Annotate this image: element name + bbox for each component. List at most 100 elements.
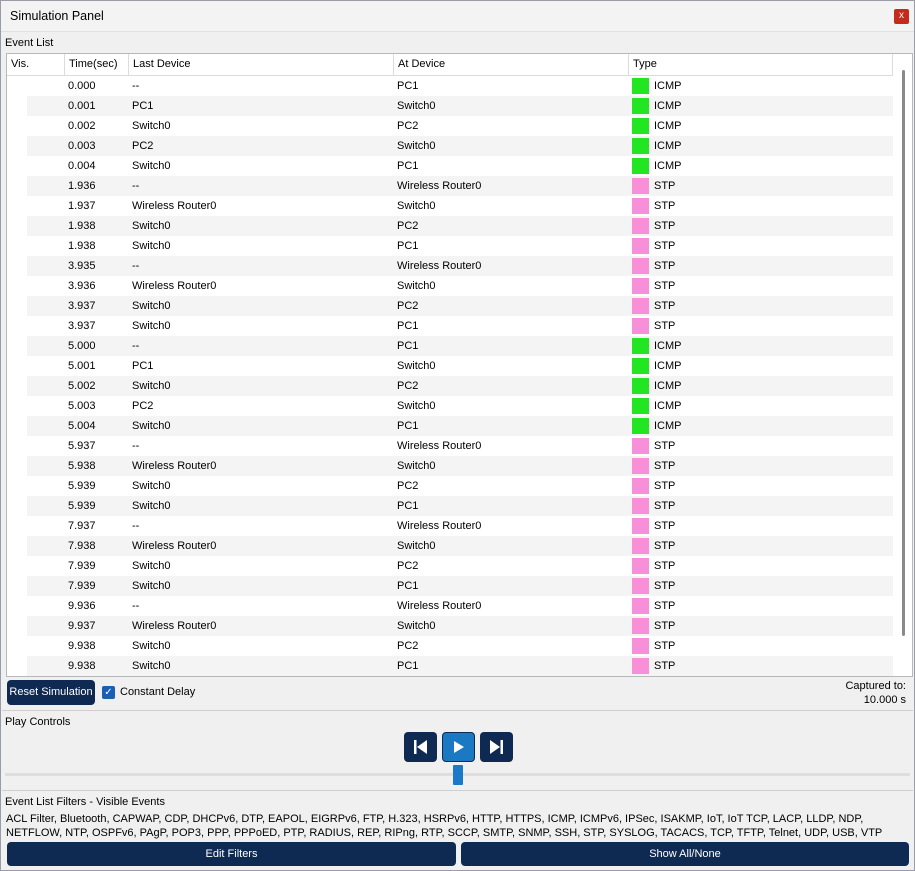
table-row[interactable]: 7.938 Wireless Router0 Switch0 STP [7, 536, 893, 556]
type-cell: STP [654, 600, 676, 612]
table-row[interactable]: 9.937 Wireless Router0 Switch0 STP [7, 616, 893, 636]
type-cell: ICMP [654, 80, 682, 92]
scrollbar-thumb[interactable] [902, 70, 905, 636]
table-row[interactable]: 0.002 Switch0 PC2 ICMP [7, 116, 893, 136]
time-cell: 3.937 [68, 300, 96, 312]
visibility-cell[interactable] [7, 296, 27, 316]
at-device-cell: PC1 [397, 160, 419, 172]
table-row[interactable]: 5.939 Switch0 PC1 STP [7, 496, 893, 516]
close-button[interactable]: x [894, 9, 909, 24]
visibility-cell[interactable] [7, 116, 27, 136]
visibility-cell[interactable] [7, 176, 27, 196]
visibility-cell[interactable] [7, 76, 27, 96]
table-row[interactable]: 7.939 Switch0 PC1 STP [7, 576, 893, 596]
visibility-cell[interactable] [7, 596, 27, 616]
visibility-cell[interactable] [7, 636, 27, 656]
table-row[interactable]: 0.004 Switch0 PC1 ICMP [7, 156, 893, 176]
time-cell: 0.001 [68, 100, 96, 112]
table-row[interactable]: 5.000 -- PC1 ICMP [7, 336, 893, 356]
forward-icon [490, 740, 503, 754]
last-device-cell: Switch0 [132, 560, 171, 572]
visibility-cell[interactable] [7, 416, 27, 436]
table-row[interactable]: 0.000 -- PC1 ICMP [7, 76, 893, 96]
visibility-cell[interactable] [7, 156, 27, 176]
time-cell: 5.003 [68, 400, 96, 412]
visibility-cell[interactable] [7, 436, 27, 456]
back-icon [414, 740, 427, 754]
visibility-cell[interactable] [7, 376, 27, 396]
visibility-cell[interactable] [7, 456, 27, 476]
table-row[interactable]: 1.936 -- Wireless Router0 STP [7, 176, 893, 196]
edit-filters-button[interactable]: Edit Filters [7, 842, 456, 866]
back-button[interactable] [404, 732, 437, 762]
at-device-cell: Switch0 [397, 100, 436, 112]
table-row[interactable]: 1.938 Switch0 PC1 STP [7, 236, 893, 256]
table-row[interactable]: 5.001 PC1 Switch0 ICMP [7, 356, 893, 376]
constant-delay-label: Constant Delay [120, 686, 196, 698]
type-cell: STP [654, 640, 676, 652]
visibility-cell[interactable] [7, 536, 27, 556]
table-row[interactable]: 9.936 -- Wireless Router0 STP [7, 596, 893, 616]
type-cell: STP [654, 620, 676, 632]
type-color-swatch [632, 478, 649, 494]
column-header-type[interactable]: Type [629, 54, 893, 75]
forward-button[interactable] [480, 732, 513, 762]
table-row[interactable]: 5.002 Switch0 PC2 ICMP [7, 376, 893, 396]
table-row[interactable]: 3.937 Switch0 PC2 STP [7, 296, 893, 316]
table-row[interactable]: 7.937 -- Wireless Router0 STP [7, 516, 893, 536]
constant-delay-checkbox[interactable]: ✓ [102, 686, 115, 699]
visibility-cell[interactable] [7, 516, 27, 536]
table-row[interactable]: 1.938 Switch0 PC2 STP [7, 216, 893, 236]
visibility-cell[interactable] [7, 616, 27, 636]
time-cell: 5.000 [68, 340, 96, 352]
visibility-cell[interactable] [7, 216, 27, 236]
type-cell: ICMP [654, 160, 682, 172]
table-row[interactable]: 1.937 Wireless Router0 Switch0 STP [7, 196, 893, 216]
vertical-scrollbar[interactable] [901, 70, 907, 670]
table-row[interactable]: 3.935 -- Wireless Router0 STP [7, 256, 893, 276]
at-device-cell: Switch0 [397, 360, 436, 372]
last-device-cell: Wireless Router0 [132, 280, 217, 292]
type-color-swatch [632, 518, 649, 534]
column-header-time[interactable]: Time(sec) [65, 54, 129, 75]
reset-simulation-button[interactable]: Reset Simulation [7, 680, 95, 705]
visibility-cell[interactable] [7, 96, 27, 116]
last-device-cell: Switch0 [132, 120, 171, 132]
type-color-swatch [632, 138, 649, 154]
visibility-cell[interactable] [7, 656, 27, 676]
visibility-cell[interactable] [7, 256, 27, 276]
table-row[interactable]: 5.939 Switch0 PC2 STP [7, 476, 893, 496]
visibility-cell[interactable] [7, 556, 27, 576]
table-row[interactable]: 3.937 Switch0 PC1 STP [7, 316, 893, 336]
table-row[interactable]: 9.938 Switch0 PC1 STP [7, 656, 893, 676]
show-all-none-button[interactable]: Show All/None [461, 842, 909, 866]
column-header-last-device[interactable]: Last Device [129, 54, 394, 75]
time-cell: 1.938 [68, 220, 96, 232]
table-row[interactable]: 5.937 -- Wireless Router0 STP [7, 436, 893, 456]
play-button[interactable] [442, 732, 475, 762]
column-header-vis[interactable]: Vis. [7, 54, 65, 75]
table-row[interactable]: 5.003 PC2 Switch0 ICMP [7, 396, 893, 416]
table-row[interactable]: 5.938 Wireless Router0 Switch0 STP [7, 456, 893, 476]
table-row[interactable]: 3.936 Wireless Router0 Switch0 STP [7, 276, 893, 296]
visibility-cell[interactable] [7, 476, 27, 496]
table-row[interactable]: 0.001 PC1 Switch0 ICMP [7, 96, 893, 116]
visibility-cell[interactable] [7, 236, 27, 256]
table-row[interactable]: 0.003 PC2 Switch0 ICMP [7, 136, 893, 156]
visibility-cell[interactable] [7, 356, 27, 376]
visibility-cell[interactable] [7, 276, 27, 296]
visibility-cell[interactable] [7, 316, 27, 336]
type-cell: ICMP [654, 100, 682, 112]
column-header-at-device[interactable]: At Device [394, 54, 629, 75]
visibility-cell[interactable] [7, 336, 27, 356]
visibility-cell[interactable] [7, 396, 27, 416]
visibility-cell[interactable] [7, 196, 27, 216]
last-device-cell: Switch0 [132, 640, 171, 652]
table-row[interactable]: 5.004 Switch0 PC1 ICMP [7, 416, 893, 436]
table-row[interactable]: 7.939 Switch0 PC2 STP [7, 556, 893, 576]
visibility-cell[interactable] [7, 136, 27, 156]
visibility-cell[interactable] [7, 576, 27, 596]
timeline-slider-thumb[interactable] [453, 765, 463, 785]
table-row[interactable]: 9.938 Switch0 PC2 STP [7, 636, 893, 656]
visibility-cell[interactable] [7, 496, 27, 516]
